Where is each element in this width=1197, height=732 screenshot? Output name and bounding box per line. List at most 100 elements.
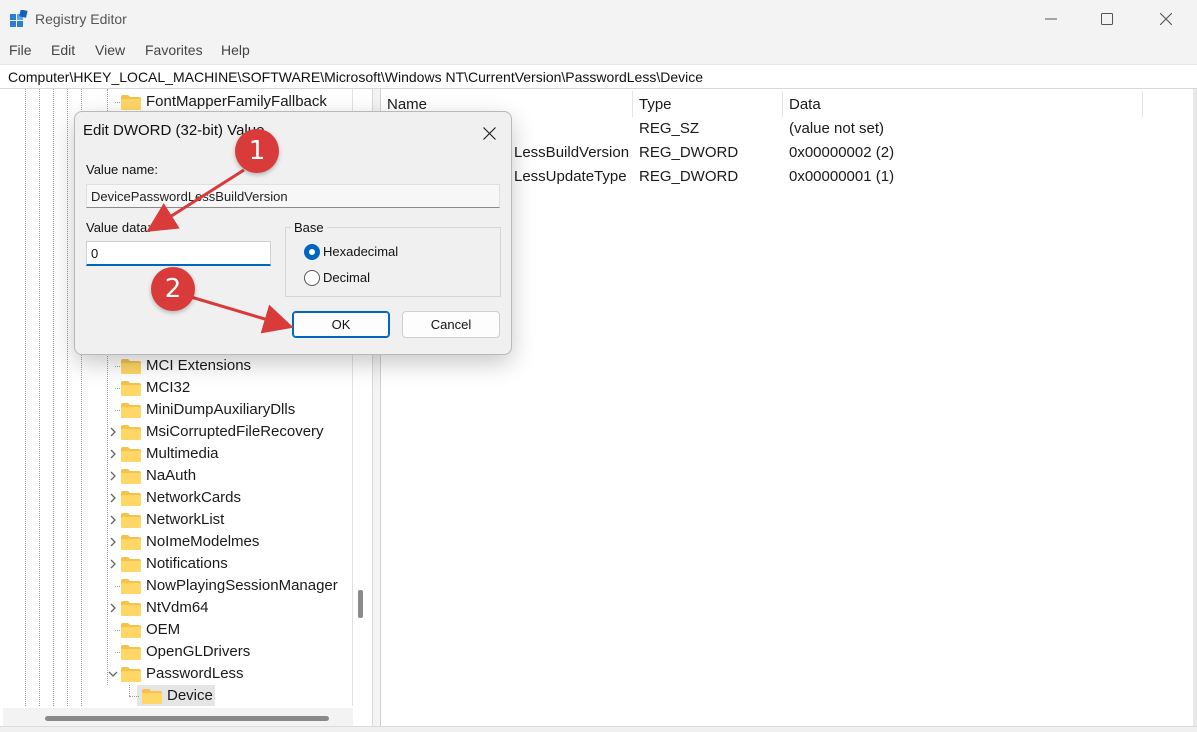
value-name-field: DevicePasswordLessBuildVersion: [86, 184, 500, 208]
address-bar[interactable]: Computer\HKEY_LOCAL_MACHINE\SOFTWARE\Mic…: [0, 64, 1197, 89]
tree-item[interactable]: NetworkCards: [107, 487, 347, 509]
value-type: REG_SZ: [639, 120, 700, 137]
decimal-label[interactable]: Decimal: [323, 270, 370, 285]
folder-icon: [121, 359, 141, 374]
menu-help[interactable]: Help: [221, 42, 250, 58]
tree-item[interactable]: FontMapperFamilyFallback: [107, 91, 347, 113]
folder-icon: [121, 623, 141, 638]
decimal-radio[interactable]: [304, 270, 320, 286]
base-label: Base: [291, 220, 327, 235]
folder-icon: [121, 403, 141, 418]
value-data: (value not set): [789, 120, 885, 137]
ok-button[interactable]: OK: [292, 311, 390, 338]
chevron-right-icon[interactable]: [107, 558, 119, 570]
tree-horizontal-scrollbar[interactable]: [45, 716, 329, 721]
chevron-right-icon[interactable]: [107, 602, 119, 614]
tree-guide-line: [67, 89, 68, 706]
title-bar: Registry Editor: [0, 0, 1197, 38]
minimize-icon: [1045, 18, 1057, 20]
tree-item-label: Notifications: [146, 555, 228, 572]
folder-icon: [121, 557, 141, 572]
value-data-input[interactable]: 0: [86, 241, 271, 266]
menu-view[interactable]: View: [95, 42, 125, 58]
chevron-right-icon[interactable]: [107, 470, 119, 482]
tree-item[interactable]: NoImeModelmes: [107, 531, 347, 553]
tree-item-label: MCI32: [146, 379, 191, 396]
chevron-right-icon[interactable]: [107, 514, 119, 526]
tree-item[interactable]: OEM: [107, 619, 347, 641]
window-right-edge: [1193, 89, 1197, 732]
close-icon: [1160, 13, 1172, 25]
tree-item-label: OEM: [146, 621, 181, 638]
tree-item-label: Multimedia: [146, 445, 219, 462]
dialog-close-button[interactable]: [478, 122, 500, 144]
menu-bar: File Edit View Favorites Help: [0, 38, 1197, 64]
tree-item-label: NowPlayingSessionManager: [146, 577, 338, 594]
chevron-down-icon[interactable]: [107, 668, 119, 680]
menu-file[interactable]: File: [9, 42, 32, 58]
folder-icon: [121, 645, 141, 660]
tree-item-label: OpenGLDrivers: [146, 643, 251, 660]
tree-item-label: MsiCorruptedFileRecovery: [146, 423, 324, 440]
tree-vertical-scrollbar[interactable]: [358, 590, 363, 618]
folder-icon: [121, 447, 141, 462]
folder-icon: [121, 469, 141, 484]
tree-item-label: MCI Extensions: [146, 357, 252, 374]
tree-item[interactable]: NaAuth: [107, 465, 347, 487]
folder-icon: [121, 381, 141, 396]
column-separator[interactable]: [1142, 91, 1143, 117]
value-data-label: Value data:: [86, 220, 151, 235]
value-type: REG_DWORD: [639, 168, 739, 185]
tree-item[interactable]: MsiCorruptedFileRecovery: [107, 421, 347, 443]
folder-icon: [121, 601, 141, 616]
tree-item-label: NaAuth: [146, 467, 197, 484]
tree-item[interactable]: MCI Extensions: [107, 355, 347, 377]
folder-icon: [121, 579, 141, 594]
hexadecimal-radio[interactable]: [304, 244, 320, 260]
tree-item-selected[interactable]: Device: [107, 685, 347, 706]
step-1-badge: 1: [235, 129, 279, 173]
column-header-type[interactable]: Type: [633, 89, 783, 117]
base-group: [285, 227, 501, 297]
menu-favorites[interactable]: Favorites: [145, 42, 203, 58]
tree-item-label: NetworkCards: [146, 489, 242, 506]
close-button[interactable]: [1137, 0, 1195, 38]
tree-item[interactable]: OpenGLDrivers: [107, 641, 347, 663]
chevron-right-icon[interactable]: [107, 448, 119, 460]
tree-guide-line: [25, 89, 26, 706]
tree-item-label: Device: [167, 687, 213, 704]
tree-item-label: PasswordLess: [146, 665, 244, 682]
maximize-icon: [1101, 13, 1113, 25]
tree-item-label: FontMapperFamilyFallback: [146, 93, 327, 110]
value-name: LessUpdateType: [514, 168, 627, 185]
menu-edit[interactable]: Edit: [51, 42, 75, 58]
folder-icon: [121, 95, 141, 110]
tree-item[interactable]: NowPlayingSessionManager: [107, 575, 347, 597]
chevron-right-icon[interactable]: [107, 492, 119, 504]
hexadecimal-label[interactable]: Hexadecimal: [323, 244, 398, 259]
tree-item[interactable]: MiniDumpAuxiliaryDlls: [107, 399, 347, 421]
column-header-data[interactable]: Data: [783, 89, 1143, 117]
tree-item-label: MiniDumpAuxiliaryDlls: [146, 401, 296, 418]
maximize-button[interactable]: [1078, 0, 1136, 38]
value-data: 0x00000002 (2): [789, 144, 895, 161]
tree-item-label: NtVdm64: [146, 599, 209, 616]
tree-item[interactable]: Multimedia: [107, 443, 347, 465]
cancel-button[interactable]: Cancel: [402, 311, 500, 338]
address-path[interactable]: Computer\HKEY_LOCAL_MACHINE\SOFTWARE\Mic…: [8, 69, 703, 85]
window-title: Registry Editor: [35, 11, 127, 27]
tree-item[interactable]: Notifications: [107, 553, 347, 575]
minimize-button[interactable]: [1022, 0, 1080, 38]
edit-dword-dialog: Edit DWORD (32-bit) Value Value name: De…: [74, 111, 512, 355]
tree-item[interactable]: NtVdm64: [107, 597, 347, 619]
chevron-right-icon[interactable]: [107, 536, 119, 548]
chevron-right-icon[interactable]: [107, 426, 119, 438]
value-name-label: Value name:: [86, 162, 159, 177]
status-bar: [0, 726, 1197, 732]
tree-item-label: NoImeModelmes: [146, 533, 260, 550]
tree-item[interactable]: MCI32: [107, 377, 347, 399]
tree-item[interactable]: NetworkList: [107, 509, 347, 531]
tree-item[interactable]: PasswordLess: [107, 663, 347, 685]
folder-icon: [121, 491, 141, 506]
registry-editor-icon: [10, 10, 28, 27]
